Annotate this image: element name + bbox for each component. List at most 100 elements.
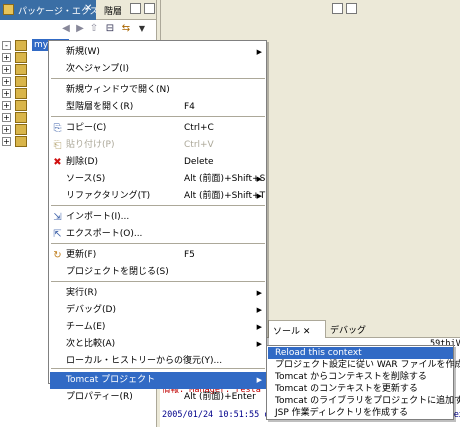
folder-icon (15, 52, 27, 63)
menu-item[interactable]: ↻ 更新(F) F5 (50, 247, 266, 264)
submenu-arrow-icon: ▶ (256, 48, 262, 56)
menu-item-accelerator: Alt (前面)+Enter (184, 392, 256, 402)
folder-icon (15, 88, 27, 99)
menu-item[interactable]: 新規(W) ▶ (50, 44, 266, 61)
up-icon[interactable]: ⇧ (88, 23, 100, 34)
menu-item-label: 新規(W) (66, 47, 100, 57)
menu-item[interactable]: リファクタリング(T) Alt (前面)+Shift+T ▶ (50, 188, 266, 205)
maximize-icon[interactable] (144, 3, 155, 14)
tree-expander-icon[interactable]: - (2, 41, 11, 50)
menu-item-accelerator: Ctrl+V (184, 140, 214, 150)
tree-expander-icon[interactable]: + (2, 137, 11, 146)
folder-icon (15, 124, 27, 135)
tree-expander-icon[interactable]: + (2, 53, 11, 62)
folder-icon (15, 136, 27, 147)
menu-item-label: リファクタリング(T) (66, 191, 151, 201)
menu-item[interactable]: ⎘ コピー(C) Ctrl+C (50, 120, 266, 137)
submenu-arrow-icon: ▶ (256, 192, 262, 200)
menu-item-label: ソース(S) (66, 174, 106, 184)
menu-item[interactable]: 新規ウィンドウで開く(N) (50, 82, 266, 99)
menu-item-label: デバッグ(D) (66, 305, 116, 315)
menu-item[interactable]: 型階層を開く(R) F4 (50, 99, 266, 116)
maximize-icon[interactable] (346, 3, 357, 14)
submenu-arrow-icon: ▶ (256, 306, 262, 314)
menu-item[interactable]: プロジェクトを閉じる(S) (50, 264, 266, 281)
menu-item-label: 貼り付け(P) (66, 140, 115, 150)
menu-item[interactable]: ⇲ インポート(I)... (50, 209, 266, 226)
minimize-icon[interactable] (130, 3, 141, 14)
menu-item[interactable]: ⇱ エクスポート(O)... (50, 226, 266, 243)
forward-icon[interactable]: ▶ (74, 23, 86, 34)
submenu-arrow-icon: ▶ (256, 376, 262, 384)
menu-item-label: コピー(C) (66, 123, 107, 133)
menu-item: ⎗ 貼り付け(P) Ctrl+V (50, 137, 266, 154)
menu-item-label: プロジェクトを閉じる(S) (66, 267, 169, 277)
menu-item[interactable]: プロパティー(R) Alt (前面)+Enter (50, 389, 266, 406)
submenu-item[interactable]: Tomcat のライブラリをプロジェクトに追加する (268, 395, 460, 407)
menu-item[interactable]: 次と比較(A) ▶ (50, 336, 266, 353)
close-icon[interactable]: ✕ (84, 3, 92, 14)
package-explorer-toolbar: ◀ ▶ ⇧ ⊟ ⇆ ▼ (0, 20, 157, 38)
menu-item-label: ローカル・ヒストリーからの復元(Y)... (66, 356, 223, 366)
menu-item[interactable]: 実行(R) ▶ (50, 285, 266, 302)
tree-expander-icon[interactable]: + (2, 65, 11, 74)
menu-item[interactable]: デバッグ(D) ▶ (50, 302, 266, 319)
tab-console[interactable]: ソール ✕ (268, 320, 326, 338)
submenu-item[interactable]: JSP 作業ディレクトリを作成する (268, 407, 453, 419)
menu-item[interactable]: ソース(S) Alt (前面)+Shift+S ▶ (50, 171, 266, 188)
package-icon (3, 4, 14, 15)
menu-item[interactable]: チーム(E) ▶ (50, 319, 266, 336)
submenu-item[interactable]: プロジェクト設定に従い WAR ファイルを作成する (268, 359, 460, 371)
menu-item-label: チーム(E) (66, 322, 106, 332)
submenu-item[interactable]: Tomcat からコンテキストを削除する (268, 371, 453, 383)
tree-expander-icon[interactable]: + (2, 125, 11, 134)
export-icon: ⇱ (53, 229, 62, 240)
tab-hierarchy[interactable]: 階層 (104, 4, 122, 17)
folder-icon (15, 40, 27, 51)
tab-debug[interactable]: デバッグ (330, 323, 366, 336)
import-icon: ⇲ (53, 212, 62, 223)
view-menu-icon[interactable]: ▼ (136, 23, 148, 34)
submenu-item[interactable]: Tomcat のコンテキストを更新する (268, 383, 453, 395)
folder-icon (15, 100, 27, 111)
menu-item-label: プロパティー(R) (66, 392, 133, 402)
menu-separator (51, 78, 265, 79)
submenu-item[interactable]: Reload this context (268, 347, 453, 359)
tree-expander-icon[interactable]: + (2, 77, 11, 86)
tree-expander-icon[interactable]: + (2, 89, 11, 98)
minimize-icon[interactable] (332, 3, 343, 14)
menu-item-label: Tomcat プロジェクト (66, 375, 156, 385)
menu-item[interactable]: ✖ 削除(D) Delete (50, 154, 266, 171)
menu-item-accelerator: Ctrl+C (184, 123, 214, 133)
menu-item-accelerator: F4 (184, 102, 195, 112)
menu-separator (51, 205, 265, 206)
menu-separator (51, 116, 265, 117)
paste-icon: ⎗ (53, 140, 62, 151)
menu-separator (51, 243, 265, 244)
folder-icon (15, 64, 27, 75)
menu-item-label: インポート(I)... (66, 212, 130, 222)
menu-item-label: 削除(D) (66, 157, 98, 167)
tab-package-explorer[interactable]: パッケージ・エクス… (0, 0, 96, 20)
tree-expander-icon[interactable]: + (2, 113, 11, 122)
copy-icon: ⎘ (53, 123, 62, 134)
menu-item[interactable]: ローカル・ヒストリーからの復元(Y)... (50, 353, 266, 370)
menu-item-label: 型階層を開く(R) (66, 102, 134, 112)
menu-item-label: 新規ウィンドウで開く(N) (66, 85, 170, 95)
menu-item[interactable]: Tomcat プロジェクト ▶ (50, 372, 266, 389)
back-icon[interactable]: ◀ (60, 23, 72, 34)
submenu-arrow-icon: ▶ (256, 323, 262, 331)
menu-item-label: 次と比較(A) (66, 339, 116, 349)
menu-item[interactable]: 次へジャンプ(I) (50, 61, 266, 78)
folder-icon (15, 112, 27, 123)
collapse-all-icon[interactable]: ⊟ (104, 23, 116, 34)
link-with-editor-icon[interactable]: ⇆ (120, 23, 132, 34)
refresh-icon: ↻ (53, 250, 62, 261)
menu-item-accelerator: Alt (前面)+Shift+T (184, 191, 266, 201)
submenu-arrow-icon: ▶ (256, 175, 262, 183)
tomcat-submenu: Reload this context プロジェクト設定に従い WAR ファイルを… (266, 345, 460, 420)
menu-item-accelerator: Delete (184, 157, 214, 167)
tree-expander-icon[interactable]: + (2, 101, 11, 110)
submenu-arrow-icon: ▶ (256, 289, 262, 297)
menu-item-label: エクスポート(O)... (66, 229, 143, 239)
